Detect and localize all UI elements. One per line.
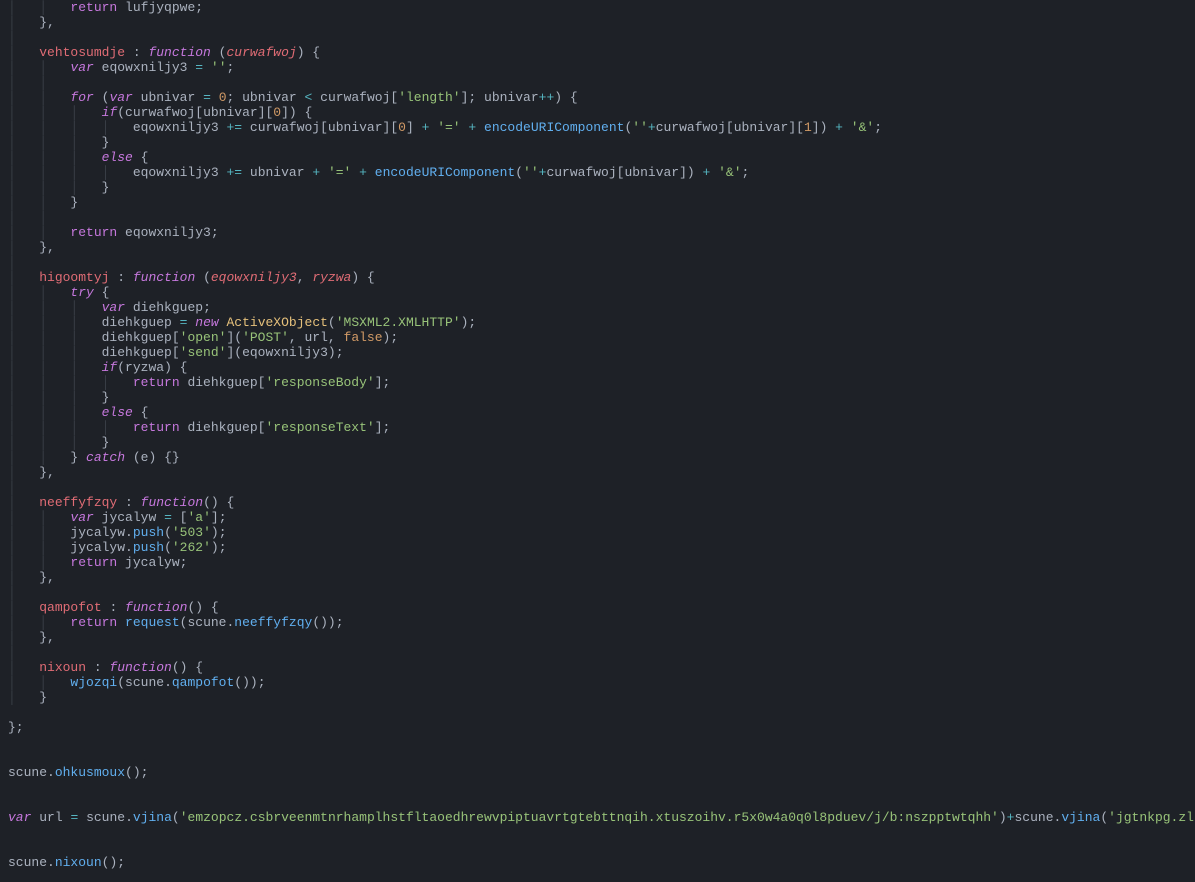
code-editor[interactable]: │ │ return lufjyqpwe; │ }, │ │ vehtosumd…	[0, 0, 1195, 870]
method-qampofot: qampofot	[39, 600, 101, 615]
method-neeffyfzqy: neeffyfzqy	[39, 495, 117, 510]
keyword-return: return	[70, 0, 117, 15]
method-nixoun: nixoun	[39, 660, 86, 675]
method-higoomtyj: higoomtyj	[39, 270, 109, 285]
method-vehtosumdje: vehtosumdje	[39, 45, 125, 60]
